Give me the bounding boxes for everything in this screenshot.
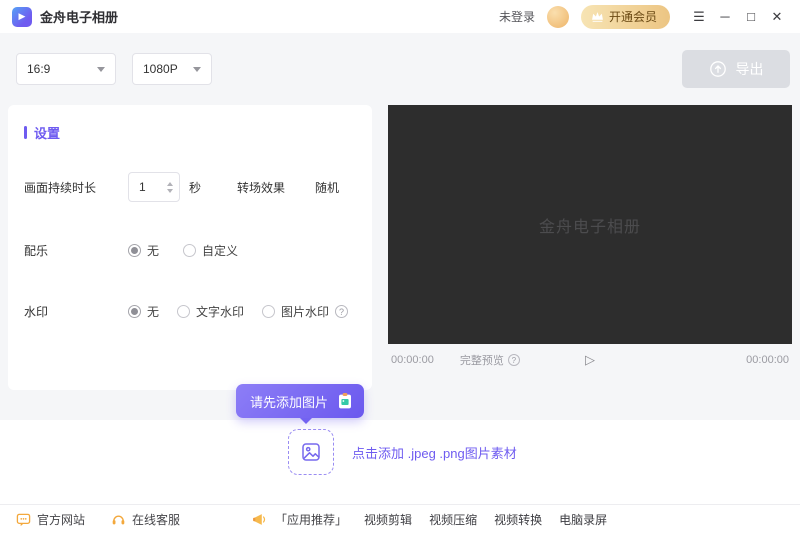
window-controls: ☰ ─ □ ✕ (686, 4, 790, 30)
chevron-down-icon (193, 67, 201, 72)
official-site-label: 官方网站 (37, 511, 85, 528)
radio-icon (183, 244, 196, 257)
duration-input[interactable]: 1 (128, 172, 180, 202)
settings-title: 设置 (34, 123, 60, 142)
tooltip-text: 请先添加图片 (250, 392, 328, 411)
headset-icon (111, 512, 126, 527)
radio-label: 无 (147, 303, 159, 320)
resolution-value: 1080P (143, 62, 178, 76)
resolution-select[interactable]: 1080P (132, 53, 212, 85)
timeline-bar: 00:00:00 完整预览 ? ▷ 00:00:00 (388, 344, 792, 376)
main-area: 16:9 1080P 导出 设置 画面持续时长 1 (0, 33, 800, 420)
settings-header: 设置 (24, 123, 356, 142)
chat-bubble-icon (16, 512, 31, 527)
toolbar: 16:9 1080P 导出 (0, 33, 800, 105)
preview-watermark-text: 金舟电子相册 (539, 213, 641, 237)
duration-stepper[interactable] (167, 182, 173, 193)
play-button[interactable]: ▷ (585, 352, 595, 368)
preview-panel: 金舟电子相册 00:00:00 完整预览 ? ▷ 00:00:00 (388, 105, 792, 390)
avatar[interactable] (547, 6, 569, 28)
minimize-icon[interactable]: ─ (712, 4, 738, 30)
preview-canvas: 金舟电子相册 (388, 105, 792, 344)
add-images-button[interactable] (288, 429, 334, 475)
footer: 官方网站 在线客服 「应用推荐」 视频剪辑 视频压缩 视频转换 电脑录屏 (0, 504, 800, 533)
full-preview-help-icon[interactable]: ? (508, 354, 520, 366)
radio-label: 文字水印 (196, 303, 244, 320)
megaphone-icon (252, 512, 268, 527)
radio-icon (128, 305, 141, 318)
transition-label: 转场效果 (237, 179, 285, 196)
watermark-label: 水印 (24, 303, 128, 320)
section-marker (24, 126, 27, 139)
official-site-link[interactable]: 官方网站 (16, 511, 85, 528)
radio-label: 图片水印 (281, 303, 329, 320)
app-recommend-link[interactable]: 「应用推荐」 (252, 511, 347, 528)
duration-label: 画面持续时长 (24, 179, 128, 196)
login-status[interactable]: 未登录 (499, 8, 535, 25)
app-logo-icon: ▶ (12, 7, 32, 27)
export-button[interactable]: 导出 (682, 50, 790, 88)
aspect-ratio-select[interactable]: 16:9 (16, 53, 116, 85)
full-preview-toggle[interactable]: 完整预览 ? (460, 352, 520, 368)
music-option-none[interactable]: 无 (128, 242, 159, 259)
online-support-label: 在线客服 (132, 511, 180, 528)
transition-select[interactable]: 随机 (315, 179, 339, 196)
current-time: 00:00:00 (391, 354, 434, 366)
export-icon (709, 60, 727, 78)
footer-link-screen-record[interactable]: 电脑录屏 (559, 511, 607, 528)
add-section: 请先添加图片 点击添加 .jpeg .png图片素材 (0, 420, 800, 504)
close-icon[interactable]: ✕ (764, 4, 790, 30)
radio-label: 无 (147, 242, 159, 259)
footer-link-video-edit[interactable]: 视频剪辑 (364, 511, 412, 528)
total-time: 00:00:00 (746, 354, 789, 366)
watermark-option-none[interactable]: 无 (128, 303, 159, 320)
stepper-down-icon[interactable] (167, 189, 173, 193)
music-option-custom[interactable]: 自定义 (183, 242, 238, 259)
footer-link-video-compress[interactable]: 视频压缩 (429, 511, 477, 528)
app-title: 金舟电子相册 (40, 7, 118, 26)
online-support-link[interactable]: 在线客服 (111, 511, 180, 528)
duration-unit: 秒 (189, 179, 201, 196)
watermark-option-text[interactable]: 文字水印 (177, 303, 244, 320)
clipboard-image-icon (336, 392, 354, 410)
maximize-icon[interactable]: □ (738, 4, 764, 30)
menu-icon[interactable]: ☰ (686, 4, 712, 30)
app-recommend-label: 「应用推荐」 (275, 511, 347, 528)
add-image-icon (300, 441, 322, 463)
membership-button[interactable]: 开通会员 (581, 5, 670, 29)
add-images-tooltip: 请先添加图片 (236, 384, 364, 418)
radio-icon (262, 305, 275, 318)
radio-icon (128, 244, 141, 257)
settings-panel: 设置 画面持续时长 1 秒 转场效果 随机 配乐 (8, 105, 372, 390)
watermark-option-image[interactable]: 图片水印 (262, 303, 329, 320)
stepper-up-icon[interactable] (167, 182, 173, 186)
export-label: 导出 (736, 59, 764, 79)
footer-link-video-convert[interactable]: 视频转换 (494, 511, 542, 528)
titlebar: ▶ 金舟电子相册 未登录 开通会员 ☰ ─ □ ✕ (0, 0, 800, 33)
crown-icon (591, 11, 604, 22)
membership-label: 开通会员 (609, 8, 657, 25)
duration-value: 1 (139, 180, 167, 194)
add-images-hint[interactable]: 点击添加 .jpeg .png图片素材 (352, 443, 517, 462)
watermark-help-icon[interactable]: ? (335, 305, 348, 318)
aspect-ratio-value: 16:9 (27, 62, 50, 76)
music-label: 配乐 (24, 242, 128, 259)
full-preview-label: 完整预览 (460, 352, 504, 368)
chevron-down-icon (97, 67, 105, 72)
radio-label: 自定义 (202, 242, 238, 259)
footer-links: 视频剪辑 视频压缩 视频转换 电脑录屏 (364, 511, 607, 528)
radio-icon (177, 305, 190, 318)
